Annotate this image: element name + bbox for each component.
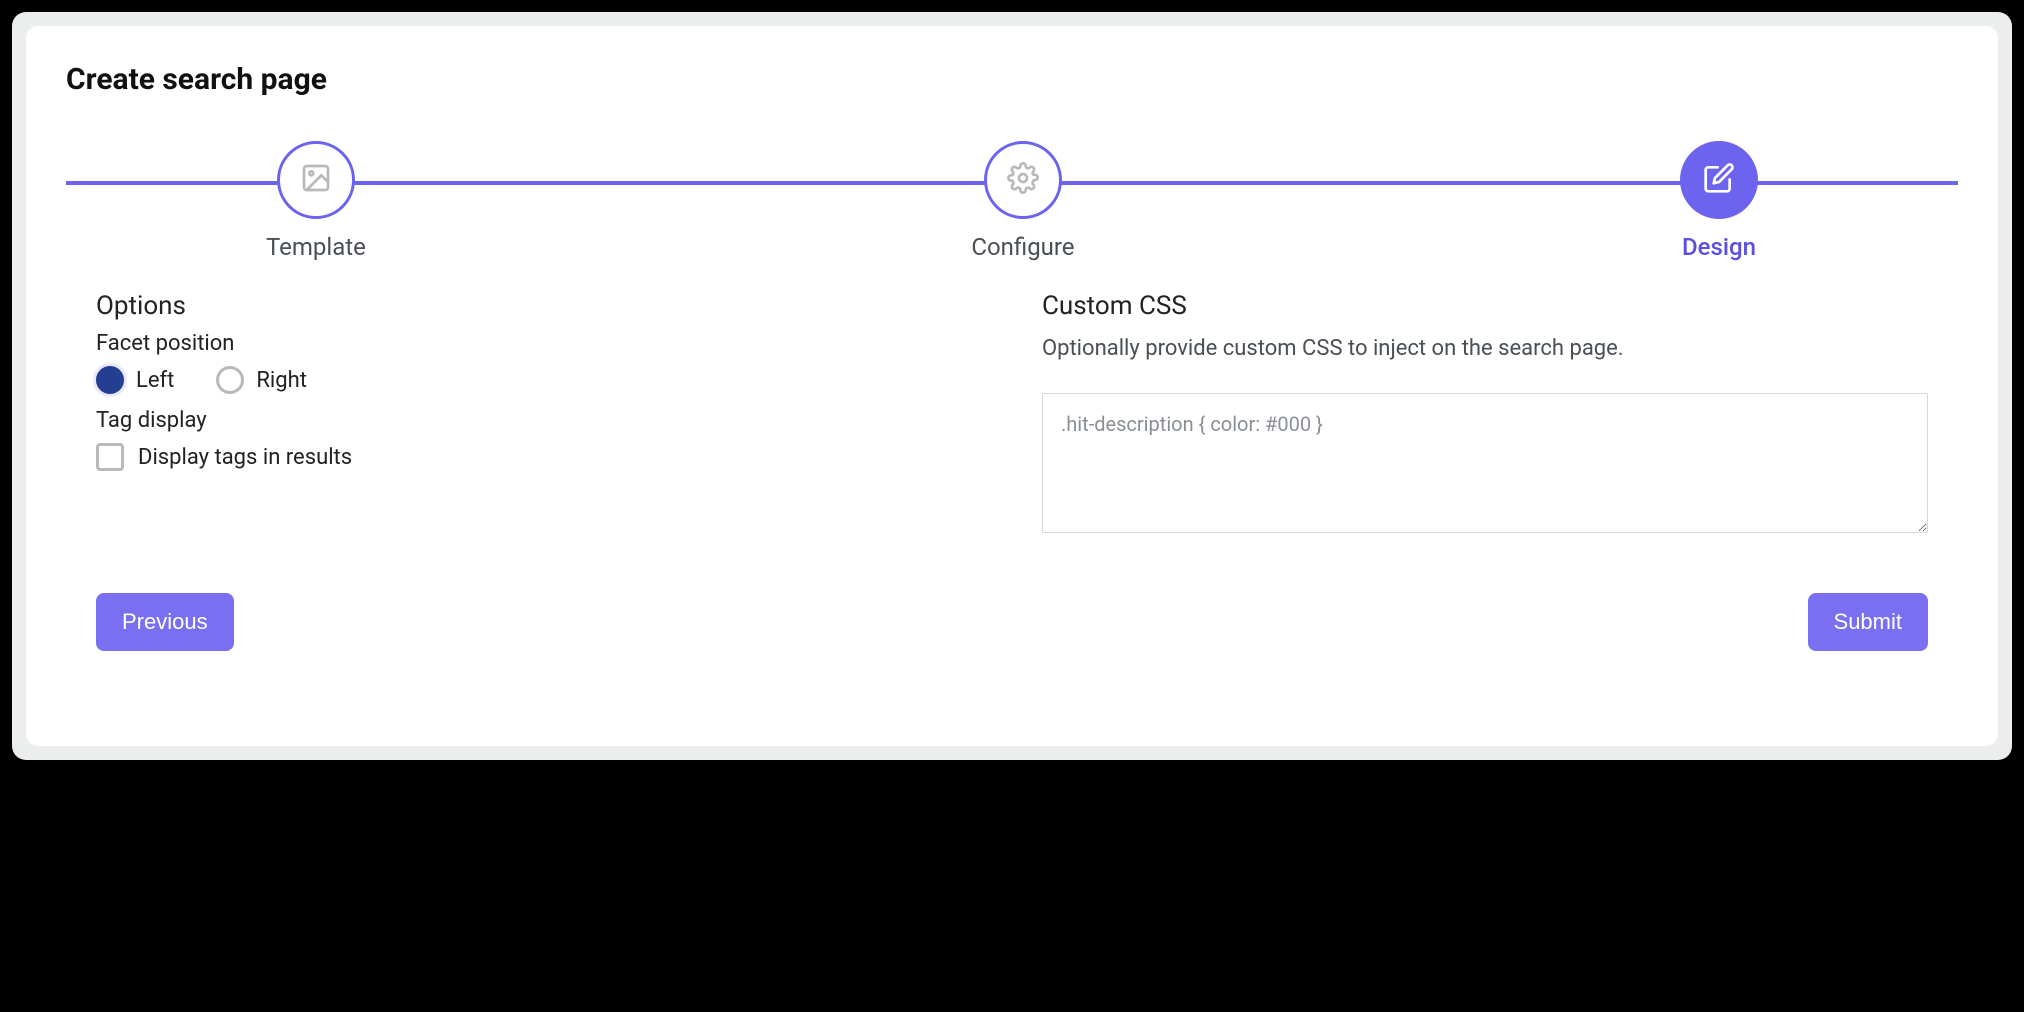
checkbox-indicator (96, 443, 124, 471)
stepper-steps: Template Configure (66, 141, 1958, 261)
step-template[interactable]: Template (266, 141, 366, 261)
facet-position-right[interactable]: Right (216, 366, 307, 394)
submit-button[interactable]: Submit (1808, 593, 1928, 651)
page-title: Create search page (66, 62, 1958, 97)
main-panel: Create search page Template (26, 26, 1998, 746)
tag-display-checkbox[interactable]: Display tags in results (96, 443, 982, 471)
custom-css-input[interactable] (1042, 393, 1928, 533)
tag-display-label: Tag display (96, 408, 982, 433)
custom-css-heading: Custom CSS (1042, 291, 1928, 321)
app-shell: Create search page Template (12, 12, 2012, 760)
step-configure-label: Configure (971, 233, 1074, 261)
options-heading: Options (96, 291, 982, 321)
facet-position-label: Facet position (96, 331, 982, 356)
step-configure[interactable]: Configure (971, 141, 1074, 261)
gear-icon (1007, 162, 1039, 198)
step-template-circle (277, 141, 355, 219)
step-design-label: Design (1682, 233, 1756, 261)
options-section: Options Facet position Left Right Tag di… (96, 291, 982, 537)
checkbox-label: Display tags in results (138, 445, 352, 470)
custom-css-section: Custom CSS Optionally provide custom CSS… (1042, 291, 1928, 537)
facet-position-left[interactable]: Left (96, 366, 174, 394)
step-template-label: Template (266, 233, 366, 261)
radio-indicator (96, 366, 124, 394)
previous-button[interactable]: Previous (96, 593, 234, 651)
image-icon (300, 162, 332, 198)
step-configure-circle (984, 141, 1062, 219)
step-design-circle (1680, 141, 1758, 219)
radio-label: Right (256, 368, 307, 393)
form-content: Options Facet position Left Right Tag di… (66, 291, 1958, 537)
radio-indicator (216, 366, 244, 394)
facet-position-group: Left Right (96, 366, 982, 394)
wizard-footer: Previous Submit (66, 563, 1958, 651)
step-design[interactable]: Design (1680, 141, 1758, 261)
custom-css-hint: Optionally provide custom CSS to inject … (1042, 331, 1928, 367)
wizard-stepper: Template Configure (66, 141, 1958, 261)
radio-label: Left (136, 368, 174, 393)
edit-icon (1703, 162, 1735, 198)
